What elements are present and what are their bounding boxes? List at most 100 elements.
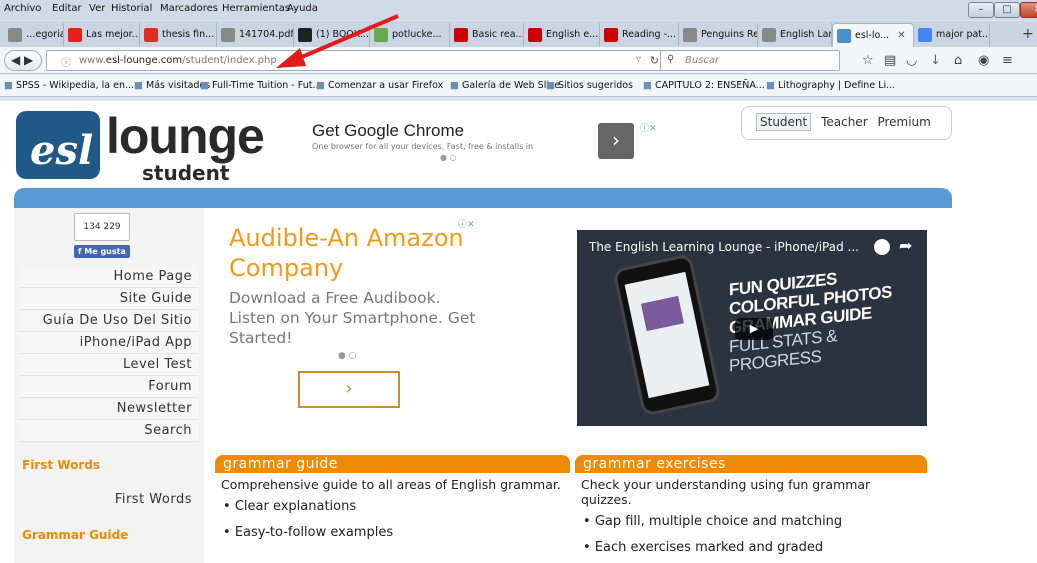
bookmark-star-icon[interactable]: ☆: [862, 53, 874, 68]
download-icon[interactable]: ↓: [930, 53, 941, 68]
tab-1[interactable]: Las mejor...: [64, 23, 140, 47]
tab-8[interactable]: Reading -...: [600, 23, 679, 47]
grammar-guide-heading[interactable]: Grammar Guide: [22, 528, 128, 542]
watch-later-icon[interactable]: [874, 239, 890, 255]
play-button[interactable]: ▶: [735, 318, 773, 340]
tab-premium[interactable]: Premium: [877, 115, 930, 129]
menu-marcadores[interactable]: Marcadores: [160, 3, 218, 14]
chrome-ad-title: Get Google Chrome: [312, 121, 465, 140]
web-slice-icon: ■: [450, 80, 462, 91]
page-icon: ■: [643, 80, 655, 91]
tab-strip: …egoria... Las mejor... thesis fin... 14170…: [0, 21, 1037, 47]
tab-7[interactable]: English e...: [524, 23, 600, 47]
audible-ad-next-button[interactable]: ›: [298, 371, 400, 408]
search-icon: ⚲: [667, 54, 675, 65]
tab-5[interactable]: potlucke...: [370, 23, 450, 47]
share-icon[interactable]: ➦: [899, 236, 912, 255]
tab-9[interactable]: Penguins Rea...: [679, 23, 758, 47]
nav-newsletter[interactable]: Newsletter: [20, 398, 198, 420]
dropdown-icon[interactable]: ▿: [636, 54, 641, 65]
nav-search[interactable]: Search: [20, 420, 198, 442]
jstor-icon: [454, 28, 468, 42]
tab-label: English e...: [546, 29, 599, 40]
gmail-icon: [144, 28, 158, 42]
home-icon[interactable]: ⌂: [954, 53, 962, 68]
nav-home-page[interactable]: Home Page: [20, 266, 198, 288]
grammar-guide-item: • Clear explanations: [223, 499, 357, 514]
bookmark-label: Sitios sugeridos: [558, 80, 633, 91]
user-type-tabs: Student Teacher Premium: [741, 106, 952, 140]
maximize-button[interactable]: □: [994, 2, 1020, 18]
nav-iphone-ipad-app[interactable]: iPhone/iPad App: [20, 332, 198, 354]
nav-forum[interactable]: Forum: [20, 376, 198, 398]
bookmark-1[interactable]: ■ Más visitados: [134, 80, 210, 91]
nav-guia-de-uso[interactable]: Guía De Uso Del Sitio: [20, 310, 198, 332]
search-input[interactable]: ⚲ Buscar: [660, 50, 840, 71]
esl-lounge-logo[interactable]: esl lounge student: [14, 107, 265, 187]
first-words-heading[interactable]: First Words: [22, 458, 100, 472]
tab-label: English Lang...: [780, 29, 831, 40]
reload-icon[interactable]: ↻: [650, 54, 659, 67]
bookmark-7[interactable]: ■ Lithography | Define Li...: [766, 80, 895, 91]
tab-11[interactable]: esl-lo... ✕: [832, 23, 914, 47]
info-icon[interactable]: ⓘ: [61, 54, 71, 69]
facebook-like-button[interactable]: f Me gusta: [74, 245, 130, 258]
bookmark-0[interactable]: ■ SPSS - Wikipedia, la en...: [4, 80, 134, 91]
tab-student[interactable]: Student: [756, 113, 812, 131]
folder-icon: ■: [134, 80, 146, 91]
grammar-exercises-box: grammar exercises Check your understandi…: [575, 455, 927, 563]
menu-ver[interactable]: Ver: [89, 3, 105, 14]
minimize-button[interactable]: –: [968, 2, 994, 18]
reading-list-icon[interactable]: ▤: [884, 53, 896, 68]
close-tab-icon[interactable]: ✕: [897, 24, 905, 47]
tab-4[interactable]: (1) BOOK...: [294, 23, 370, 47]
chrome-ad-next-button[interactable]: ›: [598, 123, 634, 159]
bookmark-5[interactable]: ■ Sitios sugeridos: [546, 80, 633, 91]
header-bar: [14, 188, 952, 208]
logo-main-text: lounge: [106, 108, 265, 164]
bookmark-2[interactable]: ■ Full-Time Tuition - Fut...: [200, 80, 322, 91]
menu-editar[interactable]: Editar: [52, 3, 82, 14]
ad-carousel-dots[interactable]: ● ○: [338, 351, 357, 361]
grammar-exercises-header[interactable]: grammar exercises: [575, 455, 927, 473]
chevron-left-icon: [8, 28, 22, 42]
menu-historial[interactable]: Historial: [111, 3, 152, 14]
video-player[interactable]: FUN QUIZZES COLORFUL PHOTOS GRAMMAR GUID…: [577, 230, 927, 426]
audible-ad-title[interactable]: Audible-An Amazon Company: [229, 223, 489, 283]
nav-level-test[interactable]: Level Test: [20, 354, 198, 376]
bookmark-3[interactable]: ■ Comenzar a usar Firefox: [316, 80, 443, 91]
carousel-dots[interactable]: ● ○: [440, 153, 457, 162]
pocket-icon[interactable]: ◡: [906, 53, 917, 68]
tab-6[interactable]: Basic rea...: [450, 23, 524, 47]
chat-icon[interactable]: ◉: [978, 53, 989, 68]
nav-site-guide[interactable]: Site Guide: [20, 288, 198, 310]
chrome-ad[interactable]: Get Google Chrome One browser for all yo…: [312, 121, 533, 151]
adchoices-icon[interactable]: ⓘ✕: [640, 121, 657, 134]
lithography-icon: ■: [766, 80, 778, 91]
tab-10[interactable]: English Lang...: [758, 23, 832, 47]
close-window-button[interactable]: ✕: [1020, 2, 1037, 18]
tab-label: …egoria...: [26, 29, 63, 40]
tab-label: esl-lo...: [855, 29, 890, 41]
bookmark-6[interactable]: ■ CAPITULO 2: ENSEÑA...: [643, 80, 765, 91]
back-forward-button[interactable]: ◀ ▶: [4, 50, 42, 71]
new-tab-icon[interactable]: +: [1022, 26, 1034, 42]
phone-image: [612, 253, 722, 417]
nav-first-words[interactable]: First Words: [20, 492, 198, 507]
tab-3[interactable]: 141704.pdf: [217, 23, 294, 47]
grammar-guide-header[interactable]: grammar guide: [215, 455, 570, 473]
menu-herramientas[interactable]: Herramientas: [222, 3, 290, 14]
tab-2[interactable]: thesis fin...: [140, 23, 217, 47]
grammar-exercises-item: • Gap fill, multiple choice and matching: [583, 514, 843, 529]
tab-0[interactable]: …egoria...: [4, 23, 64, 47]
bookmark-4[interactable]: ■ Galería de Web Slice: [450, 80, 560, 91]
url-bar[interactable]: ⓘ www.esl-lounge.com/student/index.php ▿…: [46, 50, 666, 71]
menu-archivo[interactable]: Archivo: [4, 3, 41, 14]
page-icon: [683, 28, 697, 42]
menu-ayuda[interactable]: Ayuda: [287, 3, 318, 14]
tab-12[interactable]: major pat...: [914, 23, 990, 47]
menu-hamburger-icon[interactable]: ≡: [1002, 53, 1013, 68]
video-title[interactable]: The English Learning Lounge - iPhone/iPa…: [589, 240, 859, 254]
tab-teacher[interactable]: Teacher: [821, 115, 868, 129]
butterfly-image: [640, 295, 684, 332]
